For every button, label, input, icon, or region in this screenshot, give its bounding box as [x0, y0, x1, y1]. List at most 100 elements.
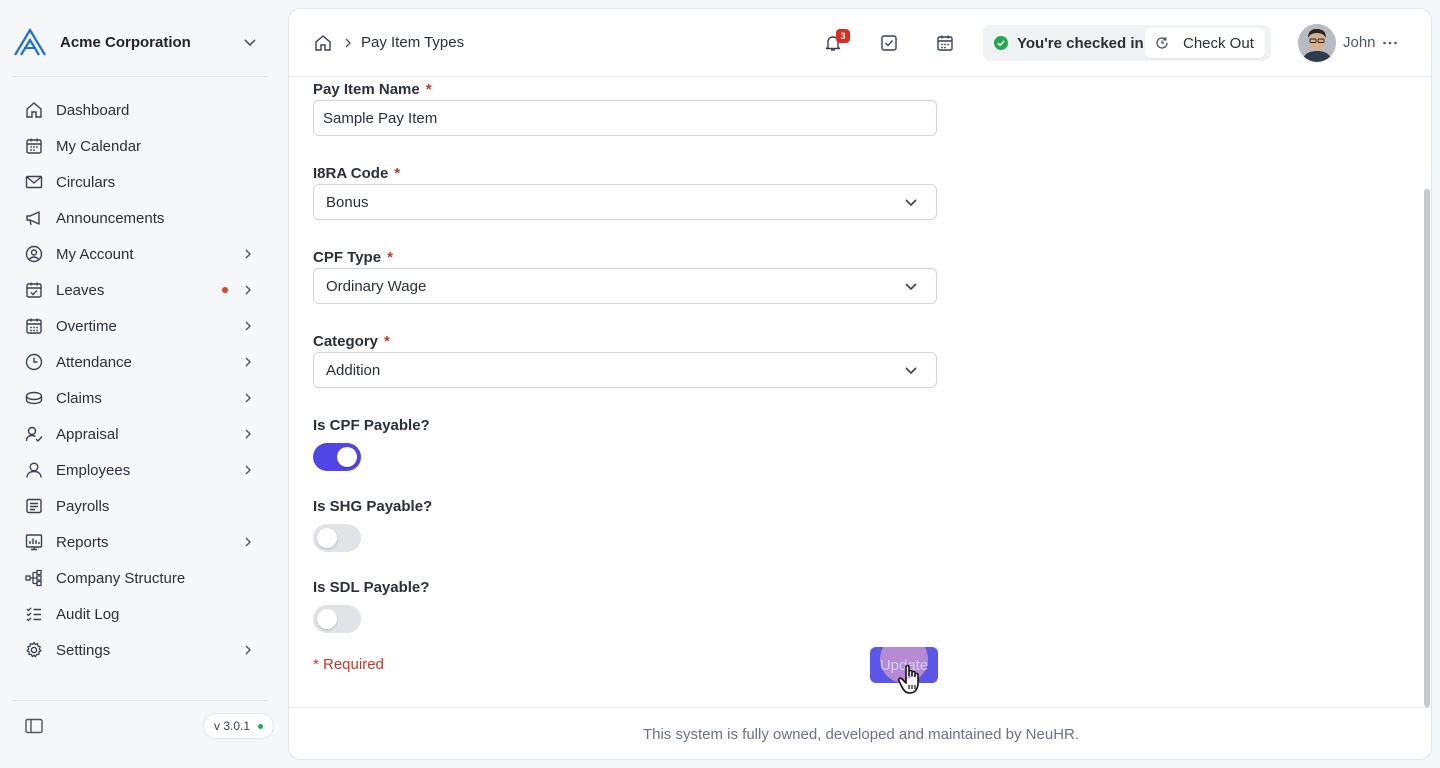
sidebar-item-settings[interactable]: Settings	[12, 632, 268, 668]
home-icon[interactable]	[313, 33, 333, 53]
sidebar-item-employees[interactable]: Employees	[12, 452, 268, 488]
user-icon	[24, 460, 44, 480]
sdl-payable-label: Is SDL Payable?	[313, 579, 430, 596]
org-switcher[interactable]: Acme Corporation	[12, 24, 268, 60]
sidebar-item-my-account[interactable]: My Account	[12, 236, 268, 272]
chevron-right-icon	[240, 390, 256, 406]
sidebar-item-audit-log[interactable]: Audit Log	[12, 596, 268, 632]
org-name: Acme Corporation	[60, 33, 191, 51]
chevron-right-icon	[240, 318, 256, 334]
sidebar-item-label: Appraisal	[56, 425, 119, 443]
sidebar-item-leaves[interactable]: Leaves	[12, 272, 268, 308]
checklist-icon	[24, 604, 44, 624]
hierarchy-icon	[24, 568, 44, 588]
cpf-payable-toggle[interactable]	[313, 443, 361, 471]
ir8a-code-select[interactable]: Bonus	[313, 184, 937, 220]
sidebar-item-payrolls[interactable]: Payrolls	[12, 488, 268, 524]
chevron-right-icon	[240, 426, 256, 442]
sidebar-item-appraisal[interactable]: Appraisal	[12, 416, 268, 452]
sidebar-item-my-calendar[interactable]: My Calendar	[12, 128, 268, 164]
sidebar-item-label: My Calendar	[56, 137, 142, 155]
version-text: v 3.0.1	[214, 719, 251, 733]
megaphone-icon	[24, 208, 44, 228]
category-value: Addition	[326, 361, 381, 379]
sidebar-item-attendance[interactable]: Attendance	[12, 344, 268, 380]
toggle-knob	[317, 609, 337, 629]
user-check-icon	[24, 424, 44, 444]
clock-refresh-icon	[1155, 36, 1169, 50]
sidebar-item-label: Reports	[56, 533, 109, 551]
breadcrumb[interactable]: Pay Item Types	[361, 34, 464, 51]
sidebar-item-label: My Account	[56, 245, 134, 263]
pay-item-name-field[interactable]: Sample Pay Item	[313, 100, 937, 136]
divider	[12, 76, 268, 77]
chevron-right-icon	[240, 534, 256, 550]
scrollbar[interactable]	[1424, 189, 1430, 707]
sidebar-item-label: Attendance	[56, 353, 132, 371]
acme-logo	[12, 26, 48, 58]
sidebar-item-label: Leaves	[56, 281, 105, 299]
status-dot	[258, 723, 264, 729]
cpf-type-label: CPF Type *	[313, 249, 393, 266]
footer-text: This system is fully owned, developed an…	[642, 726, 1080, 743]
cpf-type-value: Ordinary Wage	[326, 277, 427, 295]
shg-payable-toggle[interactable]	[313, 524, 361, 552]
sdl-payable-toggle[interactable]	[313, 605, 361, 633]
sidebar-item-label: Overtime	[56, 317, 117, 335]
sidebar-item-label: Announcements	[56, 209, 165, 227]
notification-badge: 3	[836, 29, 850, 43]
chevron-right-icon	[240, 642, 256, 658]
mail-icon	[24, 172, 44, 192]
main-panel: Pay Item Types 3 You're checked in Check…	[288, 8, 1432, 760]
check-out-label: Check Out	[1183, 34, 1254, 52]
sidebar-item-circulars[interactable]: Circulars	[12, 164, 268, 200]
avatar[interactable]	[1298, 24, 1336, 62]
user-name[interactable]: John	[1343, 34, 1376, 51]
shg-payable-label: Is SHG Payable?	[313, 498, 433, 515]
cpf-type-select[interactable]: Ordinary Wage	[313, 268, 937, 304]
sidebar-item-label: Payrolls	[56, 497, 110, 515]
chevron-down-icon	[902, 277, 920, 295]
sidebar: Acme Corporation Dashboard My Calendar C…	[0, 0, 280, 768]
version-badge: v 3.0.1	[203, 713, 275, 739]
chevron-down-icon	[238, 30, 262, 54]
footer: This system is fully owned, developed an…	[289, 707, 1431, 759]
checkin-text: You're checked in	[1017, 35, 1144, 52]
cpf-payable-label: Is CPF Payable?	[313, 417, 430, 434]
sidebar-item-overtime[interactable]: Overtime	[12, 308, 268, 344]
sidebar-item-announcements[interactable]: Announcements	[12, 200, 268, 236]
pay-item-name-value: Sample Pay Item	[323, 109, 438, 127]
notification-dot	[222, 287, 228, 293]
checkbox-icon[interactable]	[879, 33, 899, 53]
check-out-button[interactable]: Check Out	[1145, 28, 1265, 58]
sidebar-nav: Dashboard My Calendar Circulars Announce…	[12, 92, 268, 668]
sidebar-item-company-structure[interactable]: Company Structure	[12, 560, 268, 596]
chevron-down-icon	[902, 361, 920, 379]
category-select[interactable]: Addition	[313, 352, 937, 388]
chevron-right-icon	[240, 462, 256, 478]
sidebar-toggle-icon[interactable]	[24, 716, 44, 736]
chevron-right-icon	[240, 282, 256, 298]
ir8a-code-label: I8RA Code *	[313, 165, 401, 182]
clock-icon	[24, 352, 44, 372]
pay-item-name-label: Pay Item Name *	[313, 81, 432, 98]
coins-icon	[24, 388, 44, 408]
chevron-right-icon	[341, 36, 355, 50]
top-bar: Pay Item Types 3 You're checked in Check…	[289, 9, 1431, 77]
chart-icon	[24, 532, 44, 552]
chevron-right-icon	[240, 354, 256, 370]
category-label: Category *	[313, 333, 390, 350]
more-icon[interactable]	[1381, 35, 1399, 51]
sidebar-item-label: Claims	[56, 389, 102, 407]
sidebar-item-reports[interactable]: Reports	[12, 524, 268, 560]
sidebar-item-dashboard[interactable]: Dashboard	[12, 92, 268, 128]
calendar-icon	[24, 136, 44, 156]
calendar-icon[interactable]	[935, 33, 955, 53]
check-circle-icon	[993, 35, 1009, 51]
sidebar-item-claims[interactable]: Claims	[12, 380, 268, 416]
receipt-icon	[24, 496, 44, 516]
sidebar-item-label: Employees	[56, 461, 131, 479]
home-icon	[24, 100, 44, 120]
sidebar-item-label: Settings	[56, 641, 111, 659]
toggle-knob	[337, 447, 357, 467]
